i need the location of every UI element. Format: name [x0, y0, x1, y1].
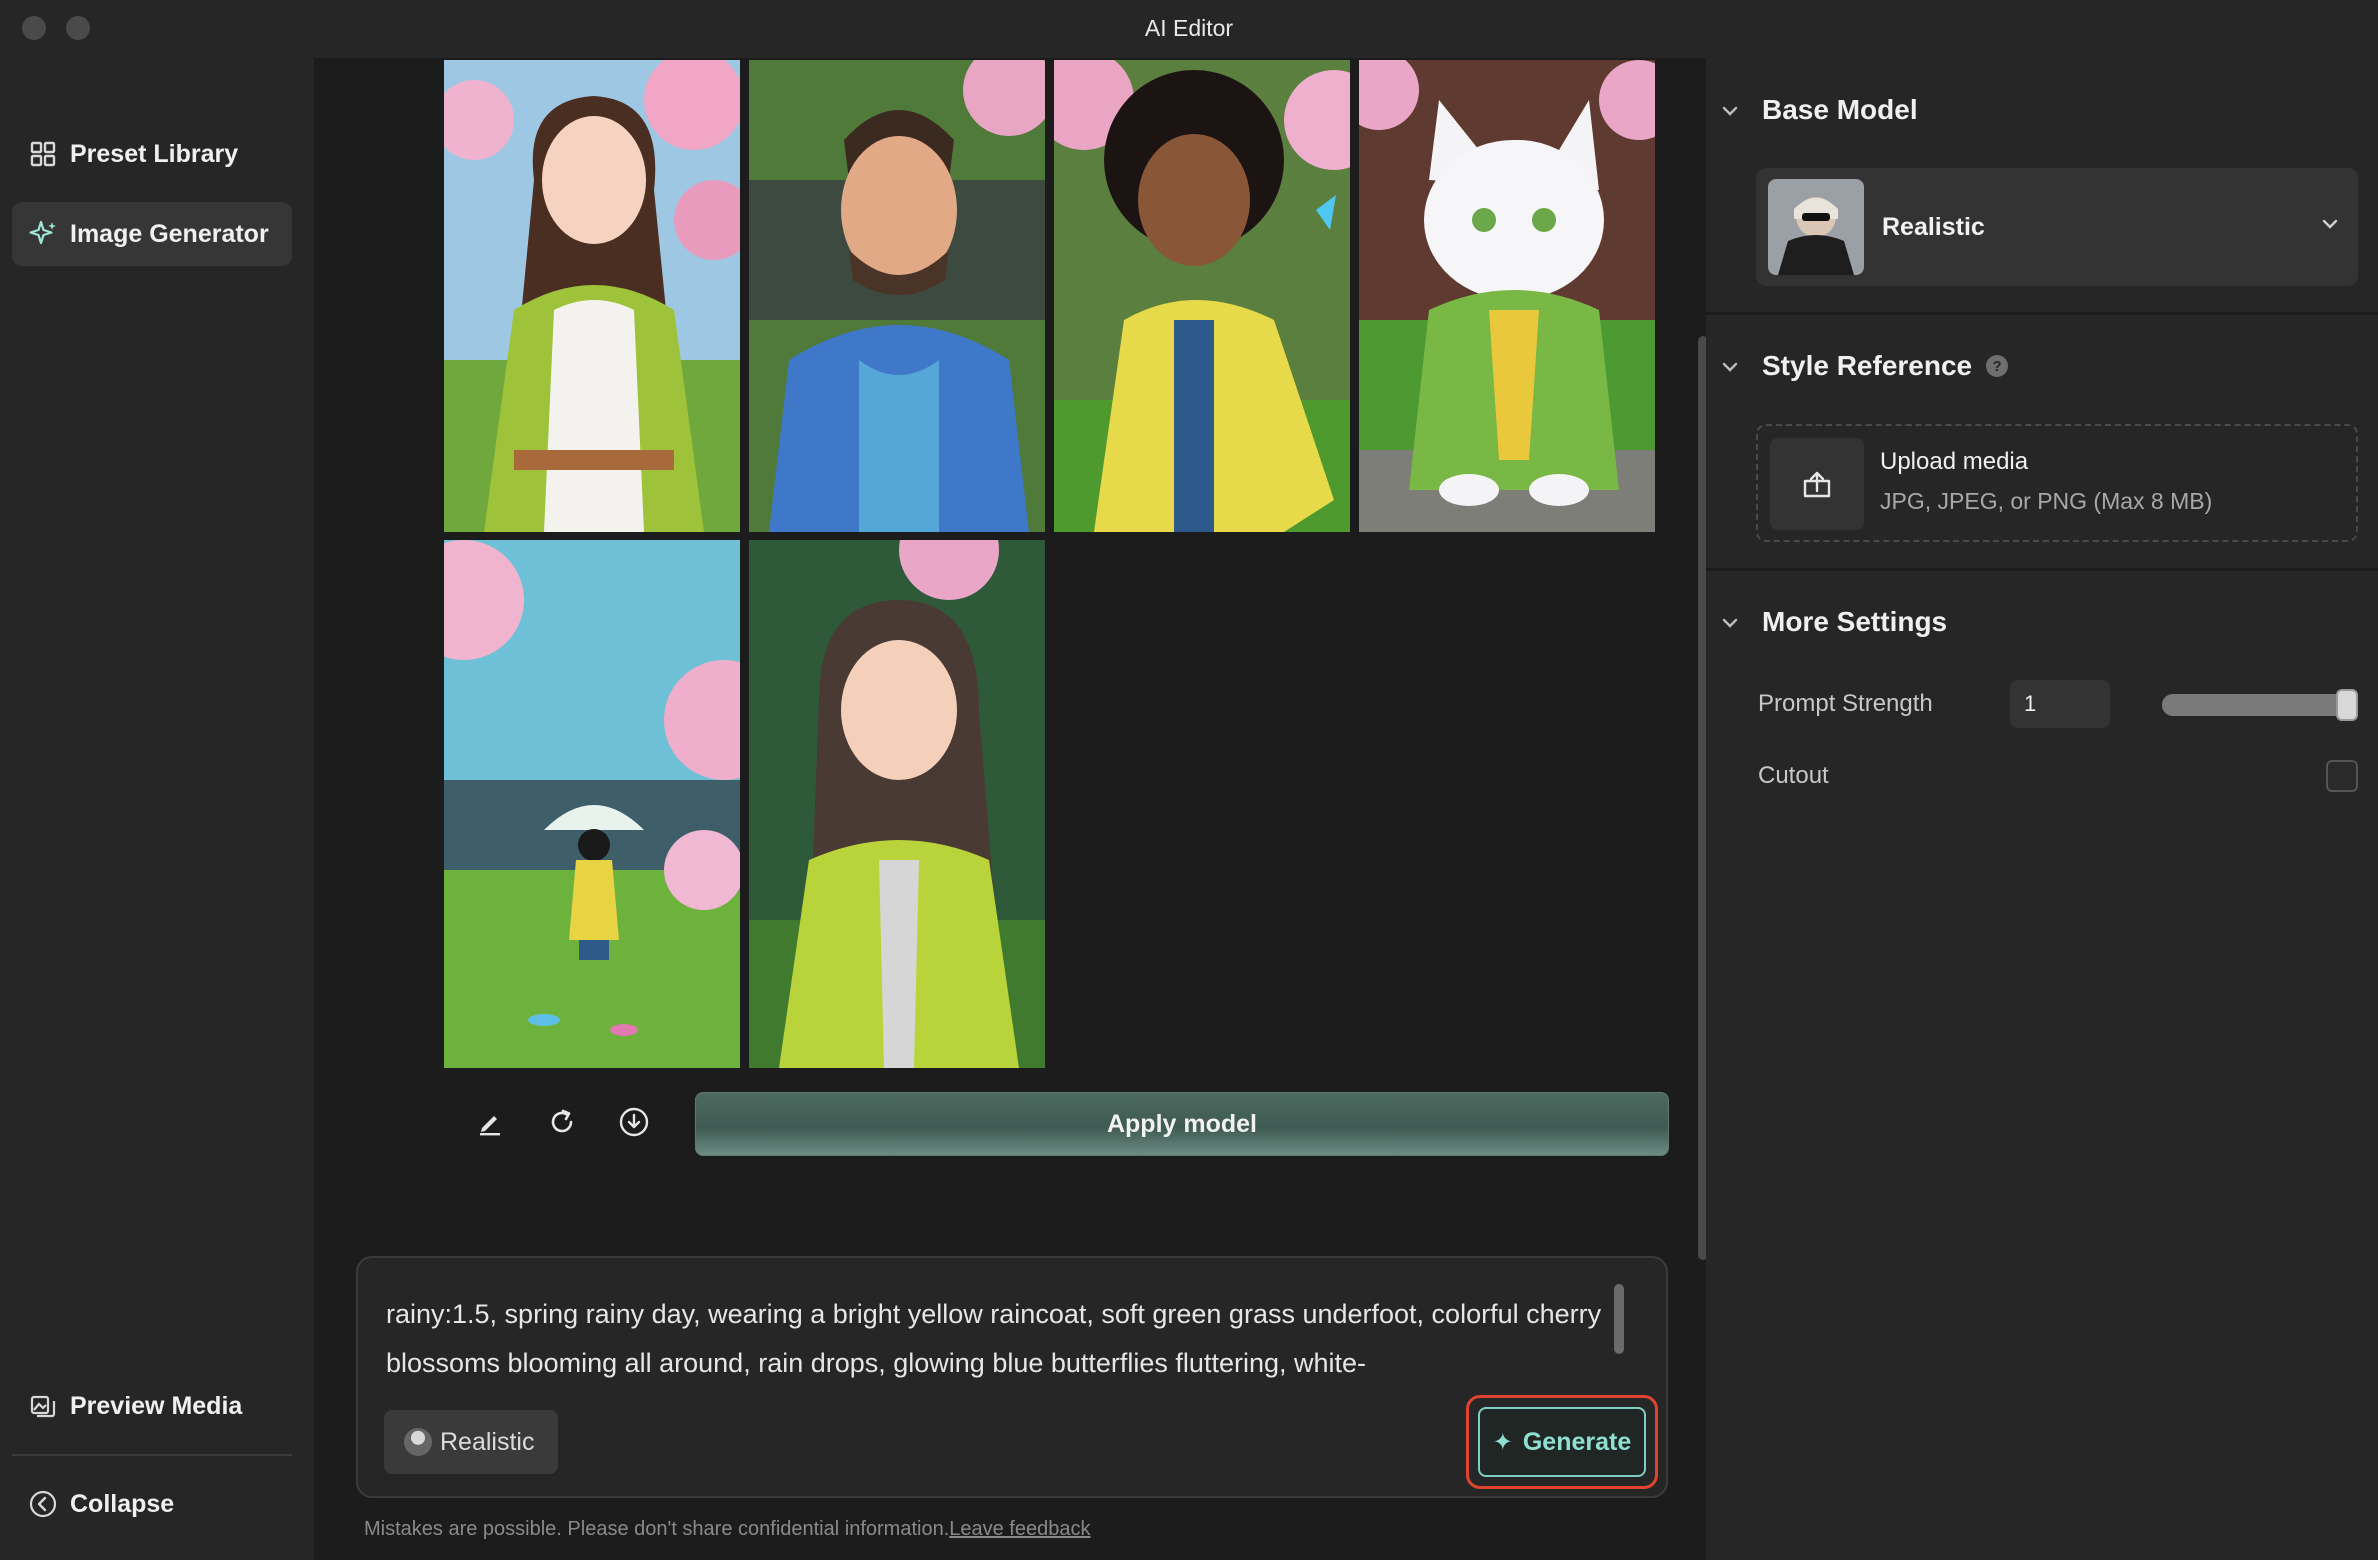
- title-bar: AI Editor: [0, 0, 2378, 58]
- generate-button[interactable]: ✦ Generate: [1478, 1407, 1646, 1477]
- prompt-strength-label: Prompt Strength: [1758, 690, 1933, 717]
- model-chip[interactable]: Realistic: [384, 1410, 559, 1474]
- base-model-header[interactable]: Base Model: [1722, 94, 1918, 126]
- section-divider: [1706, 312, 2378, 315]
- sidebar-item-preset-library[interactable]: Preset Library: [12, 122, 292, 186]
- generated-image-man-blue-hoodie[interactable]: [749, 60, 1045, 532]
- chevron-down-icon: [1722, 100, 1744, 121]
- upload-hint: JPG, JPEG, or PNG (Max 8 MB): [1880, 488, 2213, 514]
- model-avatar: [404, 1428, 432, 1456]
- cutout-label: Cutout: [1758, 762, 1829, 789]
- generated-image-white-cat[interactable]: [1359, 60, 1655, 532]
- slider-thumb[interactable]: [2336, 689, 2358, 721]
- sidebar-divider: [12, 1454, 292, 1456]
- generated-image-woman-yellow-coat[interactable]: [1054, 60, 1350, 532]
- sidebar-item-preview-media[interactable]: Preview Media: [12, 1374, 292, 1438]
- apply-model-button[interactable]: Apply model: [695, 1092, 1669, 1156]
- regenerate-icon: [547, 1107, 577, 1142]
- sidebar-item-label: Collapse: [70, 1489, 175, 1518]
- more-settings-header[interactable]: More Settings: [1722, 606, 1947, 638]
- generated-image-child-umbrella[interactable]: [444, 540, 740, 1068]
- base-model-name: Realistic: [1882, 212, 1985, 241]
- settings-panel: Base Model Realistic Style Reference ? U…: [1706, 58, 2378, 1560]
- download-button[interactable]: [612, 1102, 656, 1146]
- edit-button[interactable]: [468, 1102, 512, 1146]
- generated-image-woman-green-dress[interactable]: [444, 60, 740, 532]
- chevron-down-icon: [2322, 212, 2338, 235]
- collapse-icon: [28, 1489, 58, 1519]
- preview-media-icon: [28, 1391, 58, 1421]
- upload-icon: [1770, 438, 1864, 530]
- prompt-scrollbar[interactable]: [1614, 1284, 1624, 1354]
- main-content: Apply model rainy:1.5, spring rainy day,…: [314, 58, 1708, 1560]
- section-title: Style Reference: [1762, 350, 1973, 381]
- chevron-down-icon: [1722, 612, 1744, 633]
- collapse-button[interactable]: Collapse: [12, 1472, 292, 1536]
- model-thumbnail: [1768, 179, 1864, 275]
- leave-feedback-link[interactable]: Leave feedback: [949, 1518, 1090, 1540]
- generated-image-woman-green-hoodie[interactable]: [749, 540, 1045, 1068]
- edit-icon: [476, 1108, 504, 1141]
- sidebar-item-label: Preview Media: [70, 1391, 243, 1420]
- prompt-box: rainy:1.5, spring rainy day, wearing a b…: [356, 1256, 1668, 1498]
- window-title: AI Editor: [1144, 15, 1234, 41]
- disclaimer: Mistakes are possible. Please don't shar…: [364, 1518, 1090, 1541]
- upload-title: Upload media: [1880, 448, 2029, 475]
- style-reference-header[interactable]: Style Reference ?: [1722, 350, 2009, 382]
- sidebar-item-image-generator[interactable]: Image Generator: [12, 202, 292, 266]
- sparkle-icon: [28, 219, 58, 249]
- chevron-down-icon: [1722, 356, 1744, 377]
- prompt-strength-slider[interactable]: [2162, 689, 2358, 721]
- sidebar: Preset Library Image Generator Preview M…: [0, 58, 314, 1560]
- base-model-select[interactable]: Realistic: [1756, 168, 2358, 286]
- disclaimer-text: Mistakes are possible. Please don't shar…: [364, 1518, 950, 1540]
- section-title: More Settings: [1762, 606, 1948, 637]
- download-icon: [618, 1106, 650, 1143]
- prompt-input[interactable]: rainy:1.5, spring rainy day, wearing a b…: [386, 1290, 1606, 1390]
- sidebar-item-label: Preset Library: [70, 139, 239, 168]
- section-divider: [1706, 568, 2378, 571]
- grid-icon: [28, 139, 58, 169]
- upload-media-dropzone[interactable]: Upload media JPG, JPEG, or PNG (Max 8 MB…: [1756, 424, 2358, 542]
- generate-label: Generate: [1522, 1427, 1632, 1456]
- slider-fill: [2162, 694, 2347, 716]
- cutout-checkbox[interactable]: [2326, 760, 2358, 792]
- sidebar-item-label: Image Generator: [70, 219, 269, 248]
- section-title: Base Model: [1762, 94, 1918, 125]
- help-icon[interactable]: ?: [1986, 355, 2009, 377]
- prompt-strength-input[interactable]: [2010, 680, 2110, 728]
- model-chip-label: Realistic: [440, 1427, 535, 1456]
- regenerate-button[interactable]: [540, 1102, 584, 1146]
- sparkle-icon: ✦: [1492, 1428, 1513, 1456]
